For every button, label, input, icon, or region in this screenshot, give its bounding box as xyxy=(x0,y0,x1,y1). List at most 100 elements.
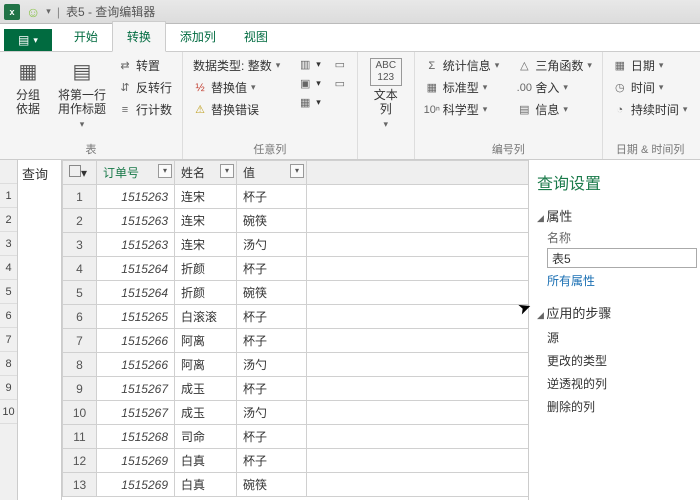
tab-home[interactable]: 开始 xyxy=(60,22,112,51)
table-row[interactable]: 41515264折颜杯子 xyxy=(63,257,529,281)
cell-name[interactable]: 折颜 xyxy=(175,257,237,281)
cell-value[interactable]: 碗筷 xyxy=(237,209,307,233)
cell-order[interactable]: 1515263 xyxy=(97,233,175,257)
properties-header[interactable]: 属性 xyxy=(537,206,692,225)
cell-value[interactable]: 杯子 xyxy=(237,377,307,401)
table-row[interactable]: 81515266阿离汤勺 xyxy=(63,353,529,377)
cell-name[interactable]: 白真 xyxy=(175,473,237,497)
table-row[interactable]: 111515268司命杯子 xyxy=(63,425,529,449)
table-row[interactable]: 121515269白真杯子 xyxy=(63,449,529,473)
cell-order[interactable]: 1515263 xyxy=(97,209,175,233)
filter-icon[interactable]: ▾ xyxy=(290,164,304,178)
tab-view[interactable]: 视图 xyxy=(230,22,282,51)
cell-name[interactable]: 白真 xyxy=(175,449,237,473)
cell-name[interactable]: 连宋 xyxy=(175,209,237,233)
cell-value[interactable]: 杯子 xyxy=(237,425,307,449)
table-row[interactable]: 101515267成玉汤勺 xyxy=(63,401,529,425)
cell-order[interactable]: 1515269 xyxy=(97,449,175,473)
cell-order[interactable]: 1515269 xyxy=(97,473,175,497)
all-properties-link[interactable]: 所有属性 xyxy=(537,272,692,289)
data-grid[interactable]: ▾ 订单号▾ 姓名▾ 值▾ 11515263连宋杯子21515263连宋碗筷31… xyxy=(62,160,528,497)
queries-pane[interactable]: 查询 xyxy=(18,160,62,500)
move-button[interactable]: ▣▾ xyxy=(296,75,323,91)
extra2-button[interactable]: ▭ xyxy=(331,75,349,91)
query-name-input[interactable] xyxy=(547,248,697,268)
date-button[interactable]: ▦日期 xyxy=(611,56,690,75)
cell-order[interactable]: 1515265 xyxy=(97,305,175,329)
row-count-button[interactable]: ≡行计数 xyxy=(116,100,174,119)
table-row[interactable]: 11515263连宋杯子 xyxy=(63,185,529,209)
cell-name[interactable]: 白滚滚 xyxy=(175,305,237,329)
extra1-button[interactable]: ▭ xyxy=(331,56,349,72)
cell-name[interactable]: 连宋 xyxy=(175,185,237,209)
file-menu[interactable]: ▤ xyxy=(4,29,52,51)
cell-value[interactable]: 杯子 xyxy=(237,305,307,329)
transpose-button[interactable]: ⇄转置 xyxy=(116,56,174,75)
cell-order[interactable]: 1515264 xyxy=(97,257,175,281)
clock-icon: ◷ xyxy=(613,81,627,95)
cell-name[interactable]: 成玉 xyxy=(175,401,237,425)
round-button[interactable]: .00舍入 xyxy=(515,78,594,97)
scientific-button[interactable]: 10ⁿ科学型 xyxy=(423,100,502,119)
column-header-order[interactable]: 订单号▾ xyxy=(97,161,175,185)
column-header-value[interactable]: 值▾ xyxy=(237,161,307,185)
datatype-button[interactable]: 数据类型: 整数 xyxy=(191,56,282,75)
cell-order[interactable]: 1515264 xyxy=(97,281,175,305)
pivot-button[interactable]: ▦▾ xyxy=(296,94,323,110)
trig-button[interactable]: △三角函数 xyxy=(515,56,594,75)
standard-button[interactable]: ▦标准型 xyxy=(423,78,502,97)
cell-value[interactable]: 碗筷 xyxy=(237,281,307,305)
replace-errors-button[interactable]: ⚠替换错误 xyxy=(191,100,282,119)
cell-name[interactable]: 司命 xyxy=(175,425,237,449)
cell-value[interactable]: 汤勺 xyxy=(237,233,307,257)
cell-order[interactable]: 1515263 xyxy=(97,185,175,209)
cell-name[interactable]: 成玉 xyxy=(175,377,237,401)
cell-value[interactable]: 汤勺 xyxy=(237,401,307,425)
table-row[interactable]: 131515269白真碗筷 xyxy=(63,473,529,497)
duration-button[interactable]: ◔持续时间 xyxy=(611,100,690,119)
bg-row-number: 5 xyxy=(0,280,17,304)
tab-transform[interactable]: 转换 xyxy=(112,21,166,52)
cell-order[interactable]: 1515268 xyxy=(97,425,175,449)
cell-order[interactable]: 1515266 xyxy=(97,353,175,377)
cell-value[interactable]: 碗筷 xyxy=(237,473,307,497)
cell-name[interactable]: 阿离 xyxy=(175,329,237,353)
first-row-header-button[interactable]: ▤将第一行 用作标题 xyxy=(56,56,108,132)
table-row[interactable]: 21515263连宋碗筷 xyxy=(63,209,529,233)
table-row[interactable]: 31515263连宋汤勺 xyxy=(63,233,529,257)
cell-name[interactable]: 连宋 xyxy=(175,233,237,257)
tab-addcolumn[interactable]: 添加列 xyxy=(166,22,230,51)
cell-order[interactable]: 1515267 xyxy=(97,377,175,401)
table-row[interactable]: 61515265白滚滚杯子 xyxy=(63,305,529,329)
steps-header[interactable]: 应用的步骤 xyxy=(537,303,692,322)
cell-value[interactable]: 杯子 xyxy=(237,185,307,209)
time-button[interactable]: ◷时间 xyxy=(611,78,690,97)
group-by-button[interactable]: ▦分组 依据 xyxy=(8,56,48,119)
text-column-button[interactable]: ABC123文本 列 xyxy=(366,56,406,132)
stats-button[interactable]: Σ统计信息 xyxy=(423,56,502,75)
cell-value[interactable]: 杯子 xyxy=(237,449,307,473)
table-row[interactable]: 91515267成玉杯子 xyxy=(63,377,529,401)
filter-icon[interactable]: ▾ xyxy=(220,164,234,178)
fill-button[interactable]: ▥▾ xyxy=(296,56,323,72)
replace-values-button[interactable]: ½替换值 xyxy=(191,78,282,97)
dropdown-icon[interactable]: ▾ xyxy=(46,6,51,17)
table-row[interactable]: 51515264折颜碗筷 xyxy=(63,281,529,305)
applied-step[interactable]: 更改的类型 xyxy=(537,349,692,372)
applied-step[interactable]: 源 xyxy=(537,326,692,349)
info-button[interactable]: ▤信息 xyxy=(515,100,594,119)
column-header-name[interactable]: 姓名▾ xyxy=(175,161,237,185)
cell-name[interactable]: 折颜 xyxy=(175,281,237,305)
cell-value[interactable]: 杯子 xyxy=(237,329,307,353)
table-row[interactable]: 71515266阿离杯子 xyxy=(63,329,529,353)
cell-order[interactable]: 1515267 xyxy=(97,401,175,425)
cell-order[interactable]: 1515266 xyxy=(97,329,175,353)
cell-value[interactable]: 杯子 xyxy=(237,257,307,281)
cell-name[interactable]: 阿离 xyxy=(175,353,237,377)
grid-corner[interactable]: ▾ xyxy=(63,161,97,185)
reverse-rows-button[interactable]: ⇵反转行 xyxy=(116,78,174,97)
filter-icon[interactable]: ▾ xyxy=(158,164,172,178)
cell-value[interactable]: 汤勺 xyxy=(237,353,307,377)
applied-step[interactable]: 逆透视的列 xyxy=(537,372,692,395)
applied-step[interactable]: 删除的列 xyxy=(537,395,692,418)
